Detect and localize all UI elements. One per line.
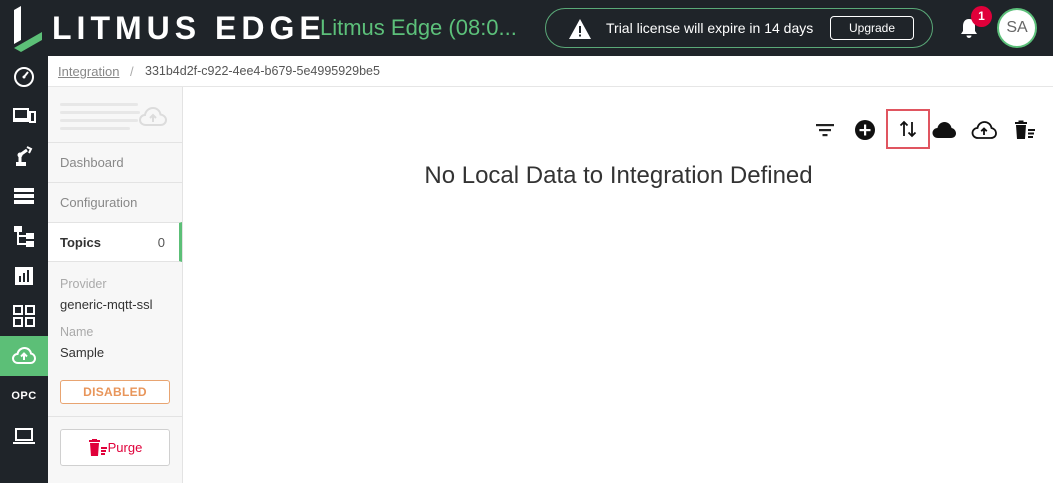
breadcrumb-integration-link[interactable]: Integration [58,64,119,79]
instance-name[interactable]: Litmus Edge (08:0... [320,14,517,42]
nav-flows[interactable] [0,216,48,256]
nav-opc[interactable]: OPC [0,376,48,416]
purge-button[interactable]: Purge [60,429,170,466]
name-value: Sample [60,345,105,360]
tab-dashboard[interactable]: Dashboard [48,142,182,182]
loading-skeleton-line [60,119,138,122]
topics-count: 0 [157,235,165,250]
tab-label: Configuration [60,195,138,210]
name-label: Name [60,325,94,339]
cloud-upload-icon [12,346,36,364]
nav-list[interactable] [0,176,48,216]
breadcrumb-current: 331b4d2f-c922-4ee4-b679-5e4995929be5 [145,64,380,78]
nav-robotics[interactable] [0,136,48,176]
breadcrumb: Integration / 331b4d2f-c922-4ee4-b679-5e… [48,56,1053,87]
loading-skeleton-line [60,103,138,106]
divider [48,416,182,417]
user-avatar[interactable]: SA [997,8,1037,48]
status-badge[interactable]: DISABLED [60,380,170,404]
provider-value: generic-mqtt-ssl [60,297,153,312]
breadcrumb-separator: / [130,64,134,79]
trash-icon [88,438,107,456]
swap-vertical-icon [899,120,917,138]
devices-icon [13,108,36,123]
integration-side-panel: Dashboard Configuration Topics 0 Provide… [48,87,183,483]
nav-analytics[interactable] [0,256,48,296]
nav-devices[interactable] [0,96,48,136]
loading-skeleton-line [60,127,130,130]
tab-label: Topics [60,235,101,250]
brand-wordmark: LITMUS EDGE [52,10,326,46]
cloud-upload-icon [971,121,997,139]
purge-label: Purge [107,440,143,455]
tab-configuration[interactable]: Configuration [48,182,182,222]
plus-circle-icon [855,120,875,140]
litmus-logo-icon [14,6,42,52]
list-icon [14,188,34,204]
cloud-sync-button[interactable] [930,117,958,143]
topics-content: No Local Data to Integration Defined [184,87,1053,483]
nav-applications[interactable] [0,296,48,336]
cloud-upload-icon [138,106,168,126]
trash-icon [1015,120,1035,139]
hierarchy-icon [14,226,34,247]
opc-label: OPC [11,390,37,402]
purge-all-button[interactable] [1011,117,1039,143]
tab-topics[interactable]: Topics 0 [48,222,182,262]
trial-message: Trial license will expire in 14 days [606,20,814,36]
trial-banner: Trial license will expire in 14 days Upg… [545,8,933,48]
warning-icon [569,19,591,39]
cloud-icon [932,122,956,138]
grid-icon [13,305,35,327]
import-export-button[interactable] [886,109,930,149]
notification-badge[interactable]: 1 [971,6,992,27]
provider-label: Provider [60,277,107,291]
add-topic-button[interactable] [851,117,879,143]
robot-arm-icon [16,146,33,166]
nav-system[interactable] [0,416,48,456]
tab-label: Dashboard [60,155,124,170]
upgrade-button[interactable]: Upgrade [830,16,914,40]
laptop-icon [13,428,35,444]
filter-button[interactable] [811,117,839,143]
nav-rail: OPC [0,56,48,483]
bar-chart-icon [15,267,33,285]
speedometer-icon [14,67,34,87]
empty-state-message: No Local Data to Integration Defined [424,162,813,189]
nav-integration[interactable] [0,336,48,376]
top-header: LITMUS EDGE Litmus Edge (08:0... Trial l… [0,0,1053,56]
loading-skeleton-line [60,111,140,114]
nav-dashboard[interactable] [0,56,48,96]
filter-icon [816,124,834,137]
cloud-upload-button[interactable] [970,117,998,143]
